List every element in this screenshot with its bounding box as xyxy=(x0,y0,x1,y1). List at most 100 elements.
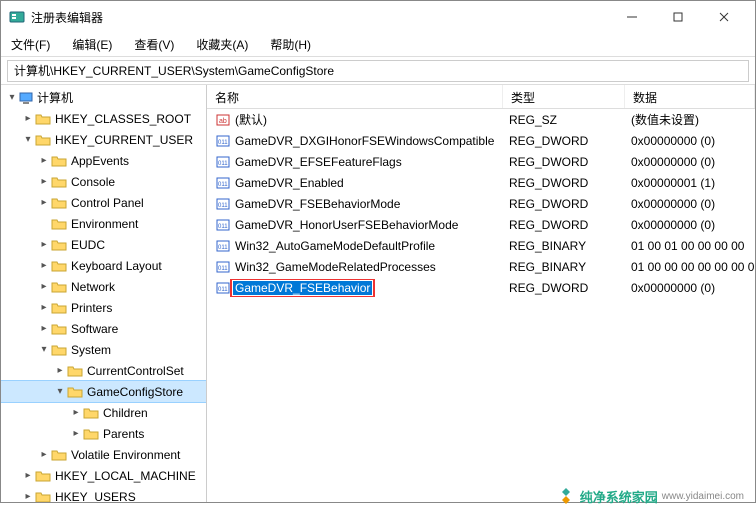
folder-icon xyxy=(67,364,83,378)
expander-icon[interactable]: ▸ xyxy=(37,449,51,460)
expander-icon[interactable]: ▾ xyxy=(53,386,67,397)
tree-item[interactable]: ▸Volatile Environment xyxy=(1,444,206,465)
col-name[interactable]: 名称 xyxy=(207,85,503,108)
window-controls xyxy=(609,1,747,33)
tree-item[interactable]: ▸Parents xyxy=(1,423,206,444)
menu-file[interactable]: 文件(F) xyxy=(7,34,54,55)
tree-item[interactable]: Environment xyxy=(1,213,206,234)
menu-edit[interactable]: 编辑(E) xyxy=(68,34,116,55)
value-type: REG_DWORD xyxy=(503,195,625,213)
address-input[interactable] xyxy=(7,60,749,82)
value-type: REG_DWORD xyxy=(503,174,625,192)
registry-editor-window: 注册表编辑器 文件(F) 编辑(E) 查看(V) 收藏夹(A) 帮助(H) ▾ … xyxy=(0,0,756,503)
tree-root[interactable]: ▾ 计算机 xyxy=(1,87,206,108)
expander-icon[interactable]: ▸ xyxy=(37,302,51,313)
tree-item[interactable]: ▸HKEY_LOCAL_MACHINE xyxy=(1,465,206,486)
tree-item[interactable]: ▸Network xyxy=(1,276,206,297)
expander-icon[interactable]: ▸ xyxy=(69,407,83,418)
minimize-button[interactable] xyxy=(609,1,655,33)
menu-view[interactable]: 查看(V) xyxy=(130,34,178,55)
folder-icon xyxy=(35,490,51,503)
value-data: 0x00000000 (0) xyxy=(625,279,755,297)
tree-label: GameConfigStore xyxy=(87,385,183,399)
folder-icon xyxy=(51,322,67,336)
svg-text:011: 011 xyxy=(218,287,228,293)
folder-icon xyxy=(51,196,67,210)
value-name: GameDVR_FSEBehavior xyxy=(233,281,372,295)
tree-item[interactable]: ▾System xyxy=(1,339,206,360)
list-pane[interactable]: 名称 类型 数据 ab(默认)REG_SZ(数值未设置)011GameDVR_D… xyxy=(207,85,755,502)
tree-item[interactable]: ▸HKEY_USERS xyxy=(1,486,206,502)
folder-icon xyxy=(51,343,67,357)
value-data: 01 00 01 00 00 00 00 xyxy=(625,237,755,255)
value-row[interactable]: 011 GameDVR_FSEBehavior REG_DWORD0x0000000… xyxy=(207,277,755,298)
expander-icon[interactable]: ▸ xyxy=(37,260,51,271)
expander-icon[interactable]: ▸ xyxy=(37,197,51,208)
menu-help[interactable]: 帮助(H) xyxy=(266,34,315,55)
expander-icon[interactable]: ▾ xyxy=(5,92,19,103)
folder-icon xyxy=(51,301,67,315)
value-type: REG_DWORD xyxy=(503,279,625,297)
expander-icon[interactable]: ▸ xyxy=(37,176,51,187)
expander-icon[interactable]: ▾ xyxy=(37,344,51,355)
tree-item[interactable]: ▸Children xyxy=(1,402,206,423)
expander-icon[interactable]: ▸ xyxy=(21,113,35,124)
binary-icon: 011 xyxy=(213,176,233,190)
list-header: 名称 类型 数据 xyxy=(207,85,755,109)
col-type[interactable]: 类型 xyxy=(503,85,625,108)
tree-item[interactable]: ▸ HKEY_CLASSES_ROOT xyxy=(1,108,206,129)
expander-icon[interactable]: ▸ xyxy=(21,491,35,502)
tree-label: HKEY_CLASSES_ROOT xyxy=(55,112,191,126)
tree-item[interactable]: ▸Console xyxy=(1,171,206,192)
folder-icon xyxy=(83,427,99,441)
menubar: 文件(F) 编辑(E) 查看(V) 收藏夹(A) 帮助(H) xyxy=(1,33,755,57)
tree-item[interactable]: ▾ GameConfigStore xyxy=(1,381,206,402)
folder-icon xyxy=(51,448,67,462)
col-data[interactable]: 数据 xyxy=(625,85,755,108)
value-data: 0x00000001 (1) xyxy=(625,174,755,192)
value-row[interactable]: 011GameDVR_FSEBehaviorModeREG_DWORD0x000… xyxy=(207,193,755,214)
watermark-brand: 纯净系统家园 xyxy=(580,487,658,506)
tree-item[interactable]: ▸Control Panel xyxy=(1,192,206,213)
folder-icon xyxy=(35,469,51,483)
expander-icon[interactable]: ▸ xyxy=(53,365,67,376)
folder-icon xyxy=(35,112,51,126)
value-data: 0x00000000 (0) xyxy=(625,195,755,213)
expander-icon[interactable]: ▾ xyxy=(21,134,35,145)
tree-item[interactable]: ▸Printers xyxy=(1,297,206,318)
expander-icon[interactable]: ▸ xyxy=(21,470,35,481)
tree-item[interactable]: ▸EUDC xyxy=(1,234,206,255)
folder-icon xyxy=(51,217,67,231)
svg-text:011: 011 xyxy=(218,224,228,230)
app-icon xyxy=(9,9,25,25)
expander-icon[interactable]: ▸ xyxy=(69,428,83,439)
watermark: 纯净系统家园 www.yidaimei.com xyxy=(556,486,744,506)
value-row[interactable]: 011GameDVR_EnabledREG_DWORD0x00000001 (1… xyxy=(207,172,755,193)
tree-pane[interactable]: ▾ 计算机 ▸ HKEY_CLASSES_ROOT ▾HKEY_CURRENT_US… xyxy=(1,85,207,502)
value-row[interactable]: 011GameDVR_DXGIHonorFSEWindowsCompatible… xyxy=(207,130,755,151)
value-name: GameDVR_HonorUserFSEBehaviorMode xyxy=(233,218,460,232)
expander-icon[interactable]: ▸ xyxy=(37,281,51,292)
menu-favorites[interactable]: 收藏夹(A) xyxy=(192,34,252,55)
value-row[interactable]: 011GameDVR_EFSEFeatureFlagsREG_DWORD0x00… xyxy=(207,151,755,172)
expander-icon[interactable]: ▸ xyxy=(37,155,51,166)
value-row[interactable]: ab(默认)REG_SZ(数值未设置) xyxy=(207,109,755,130)
tree-item[interactable]: ▸AppEvents xyxy=(1,150,206,171)
expander-icon[interactable]: ▸ xyxy=(37,239,51,250)
tree-item[interactable]: ▾HKEY_CURRENT_USER xyxy=(1,129,206,150)
maximize-button[interactable] xyxy=(655,1,701,33)
value-row[interactable]: 011Win32_GameModeRelatedProcessesREG_BIN… xyxy=(207,256,755,277)
tree-item[interactable]: ▸CurrentControlSet xyxy=(1,360,206,381)
value-data: 0x00000000 (0) xyxy=(625,132,755,150)
expander-icon[interactable]: ▸ xyxy=(37,323,51,334)
folder-icon xyxy=(83,406,99,420)
titlebar[interactable]: 注册表编辑器 xyxy=(1,1,755,33)
value-row[interactable]: 011GameDVR_HonorUserFSEBehaviorModeREG_D… xyxy=(207,214,755,235)
svg-text:011: 011 xyxy=(218,182,228,188)
value-row[interactable]: 011Win32_AutoGameModeDefaultProfileREG_B… xyxy=(207,235,755,256)
close-button[interactable] xyxy=(701,1,747,33)
window-title: 注册表编辑器 xyxy=(31,9,609,26)
watermark-url: www.yidaimei.com xyxy=(662,491,744,502)
tree-item[interactable]: ▸Keyboard Layout xyxy=(1,255,206,276)
tree-item[interactable]: ▸Software xyxy=(1,318,206,339)
